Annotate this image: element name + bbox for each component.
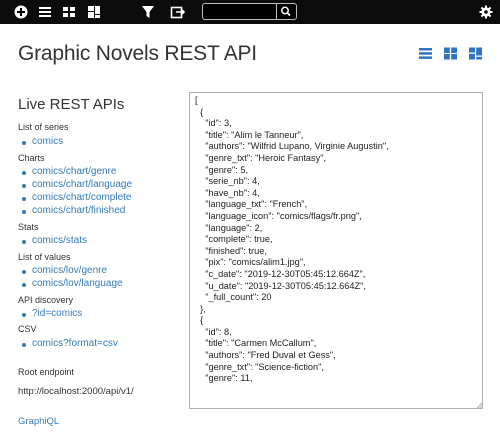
json-line: "have_nb": 4, (195, 187, 260, 198)
json-line: "language": 2, (195, 222, 263, 233)
root-endpoint-label: Root endpoint (18, 367, 75, 377)
json-line: "c_date": "2019-12-30T05:45:12.664Z", (195, 268, 366, 279)
dashboard-view-icon[interactable] (469, 47, 482, 60)
cards-view-icon[interactable] (61, 4, 77, 20)
group-label-series: List of series (18, 122, 69, 132)
search-box (202, 3, 297, 20)
root-endpoint-url: http://localhost:2000/api/v1/ (18, 386, 134, 397)
json-line: "id": 3, (195, 118, 232, 129)
search-input[interactable] (205, 5, 277, 18)
json-line: "genre_txt": "Heroic Fantasy", (195, 152, 327, 163)
json-output-panel[interactable]: [ { "id": 3, "title": "Alim le Tanneur",… (189, 92, 483, 409)
json-line: "title": "Carmen McCallum", (195, 338, 317, 349)
filter-icon[interactable] (140, 4, 156, 20)
link-comics[interactable]: comics (21, 136, 63, 147)
json-line: "language_icon": "comics/flags/fr.png", (195, 210, 362, 221)
export-icon[interactable] (169, 4, 186, 20)
link-lov-language[interactable]: comics/lov/language (22, 278, 123, 289)
json-line: "authors": "Fred Duval et Gess", (195, 350, 336, 361)
link-lov-genre[interactable]: comics/lov/genre (21, 265, 107, 276)
json-line: { (195, 106, 204, 117)
json-output: [ { "id": 3, "title": "Alim le Tanneur",… (190, 93, 482, 385)
json-line: "finished": true, (195, 245, 267, 256)
json-line: "u_date": "2019-12-30T05:45:12.664Z", (195, 280, 366, 291)
group-label-charts: Charts (18, 153, 45, 163)
json-line: "complete": true, (195, 234, 273, 245)
group-label-csv: CSV (18, 324, 37, 334)
json-line: "serie_nb": 4, (195, 176, 260, 187)
json-line: [ (195, 95, 198, 105)
page-title: Graphic Novels REST API (18, 42, 257, 65)
json-line: "id": 8, (195, 326, 232, 337)
add-icon[interactable] (13, 4, 29, 20)
json-line: "pix": "comics/alim1.jpg", (195, 257, 306, 268)
link-discovery[interactable]: ?id=comics (21, 308, 82, 319)
json-line: }, (195, 303, 206, 314)
gear-icon[interactable] (478, 4, 494, 20)
group-label-stats: Stats (18, 222, 39, 232)
list-view-icon[interactable] (37, 4, 53, 20)
top-toolbar (0, 0, 500, 24)
json-line: "title": "Alim le Tanneur", (195, 129, 304, 140)
json-line: "_full_count": 20 (195, 292, 272, 303)
group-label-discovery: API discovery (18, 295, 74, 305)
json-line: { (195, 315, 204, 326)
link-chart-language[interactable]: comics/chart/language (21, 179, 132, 190)
list-view-icon[interactable] (419, 47, 432, 60)
json-line: "genre": 5, (195, 164, 248, 175)
link-chart-complete[interactable]: comics/chart/complete (21, 192, 131, 203)
link-stats[interactable]: comics/stats (21, 235, 87, 246)
link-chart-genre[interactable]: comics/chart/genre (21, 166, 116, 177)
link-chart-finished[interactable]: comics/chart/finished (21, 205, 125, 216)
json-line: "genre_txt": "Science-fiction", (195, 361, 324, 372)
search-icon (281, 6, 291, 17)
link-csv[interactable]: comics?format=csv (22, 338, 118, 349)
json-line: "language_txt": "French", (195, 199, 308, 210)
json-line: "genre": 11, (195, 373, 253, 384)
cards-view-icon[interactable] (444, 47, 457, 60)
group-label-lov: List of values (18, 252, 71, 262)
search-button[interactable] (276, 4, 296, 19)
json-line: "authors": "Wilfrid Lupano, Virginie Aug… (195, 141, 389, 152)
graphiql-link[interactable]: GraphiQL (18, 416, 59, 427)
section-title: Live REST APIs (18, 96, 125, 113)
dashboard-view-icon[interactable] (86, 4, 102, 20)
